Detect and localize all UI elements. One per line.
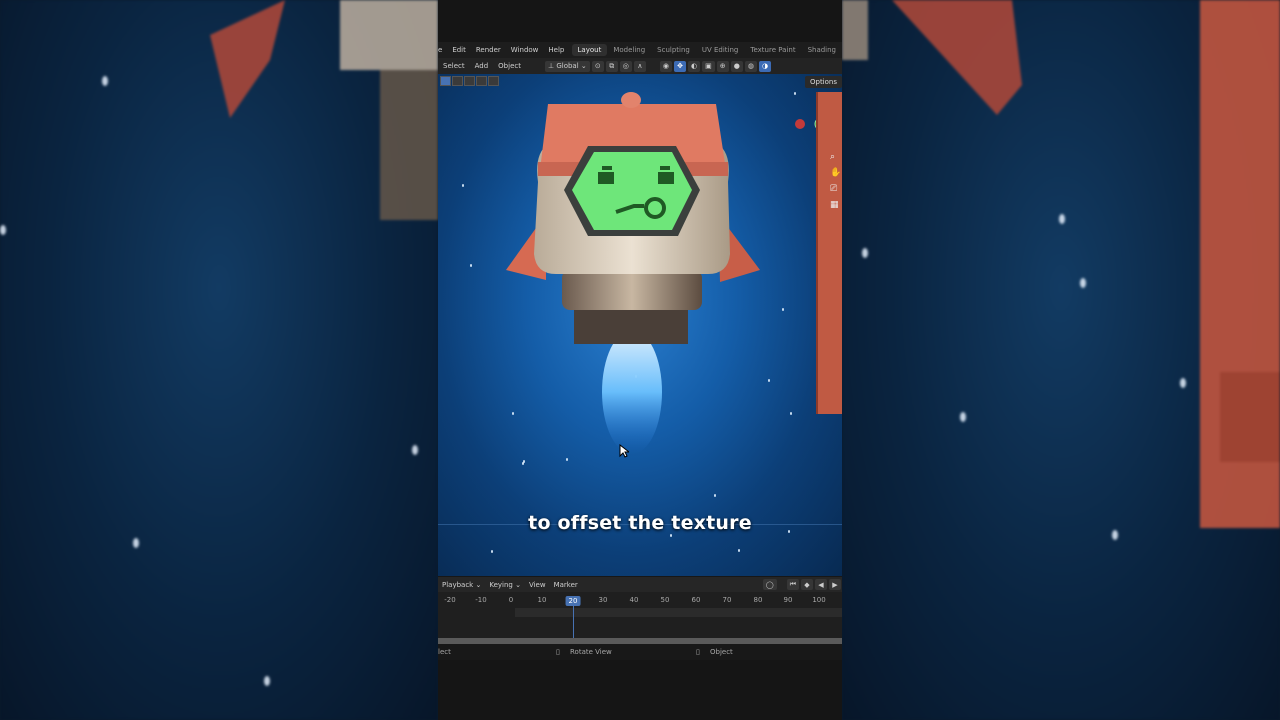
tab-shading[interactable]: Shading [802, 44, 842, 56]
sidebar-panel-strip[interactable] [816, 92, 842, 414]
status-left-text: lect [438, 648, 451, 656]
camera-icon[interactable]: ⎚ [830, 184, 841, 194]
jump-start-icon[interactable]: ⏮ [786, 579, 799, 590]
view-menu[interactable]: View [525, 581, 550, 589]
menu-bar: e Edit Render Window Help Layout Modelin… [438, 42, 842, 58]
mouse-right-icon: ▯ [696, 648, 700, 656]
tick-label: 90 [783, 596, 793, 604]
current-frame-indicator[interactable]: 20 [565, 596, 581, 606]
tab-sculpting[interactable]: Sculpting [651, 44, 696, 56]
tab-texture-paint[interactable]: Texture Paint [744, 44, 801, 56]
menu-window[interactable]: Window [506, 46, 544, 54]
tick-label: 40 [629, 596, 639, 604]
playback-menu[interactable]: Playback ⌄ [438, 581, 485, 589]
bottom-blank-area [438, 660, 842, 720]
tick-label: -20 [444, 596, 456, 604]
snap-icon[interactable]: ⧉ [605, 60, 618, 72]
material-shading-icon[interactable]: ◍ [744, 60, 757, 72]
chevron-down-icon: ⌄ [580, 62, 587, 70]
menu-help[interactable]: Help [543, 46, 569, 54]
transform-orientation-dropdown[interactable]: ⊥ Global ⌄ [544, 60, 590, 72]
mouse-cursor-icon [619, 444, 629, 458]
status-right-text: Object [710, 648, 733, 656]
tick-label: 70 [722, 596, 732, 604]
keying-label: Keying [489, 580, 513, 589]
tick-label: 30 [598, 596, 608, 604]
record-icon[interactable]: ◯ [762, 579, 777, 590]
tab-modeling[interactable]: Modeling [607, 44, 651, 56]
caption-subtitle: to offset the texture [528, 512, 752, 534]
hand-pan-icon[interactable]: ✋ [830, 168, 841, 178]
visibility-icon[interactable]: ◉ [659, 60, 672, 72]
tick-label: -10 [475, 596, 487, 604]
rocket-model[interactable] [438, 74, 842, 576]
proportional-editing-icon[interactable]: ◎ [619, 60, 632, 72]
tick-label: 10 [537, 596, 547, 604]
blurred-background-left [0, 0, 438, 720]
playhead[interactable] [573, 606, 574, 638]
video-frame: e Edit Render Window Help Layout Modelin… [0, 0, 1280, 720]
playback-label: Playback [442, 580, 474, 589]
select-menu[interactable]: Select [438, 62, 470, 70]
status-middle-text: Rotate View [570, 648, 612, 656]
blender-window: e Edit Render Window Help Layout Modelin… [438, 0, 842, 720]
blurred-rocket-right [842, 0, 1280, 528]
keyframe-prev-icon[interactable]: ◆ [801, 579, 813, 590]
timeline-editor[interactable]: -20 -10 0 10 20 30 40 50 60 70 80 90 100 [438, 592, 842, 638]
frame-ruler: -20 -10 0 10 20 30 40 50 60 70 80 90 100 [438, 595, 842, 607]
mouse-middle-icon: ▯ [556, 648, 560, 656]
orientation-icon: ⊥ [547, 62, 555, 70]
zoom-icon[interactable]: ⌕ [830, 152, 841, 162]
solid-shading-icon[interactable]: ● [730, 60, 743, 72]
tab-layout[interactable]: Layout [571, 44, 608, 56]
tick-label: 0 [508, 596, 514, 604]
chevron-down-icon: ⌄ [475, 580, 482, 589]
tick-label: 50 [660, 596, 670, 604]
viewport-header: Select Add Object ⊥ Global ⌄ ⊙ ⧉ ◎ ∧ ◉ ✥… [438, 58, 842, 74]
xray-icon[interactable]: ▣ [702, 60, 715, 72]
falloff-icon[interactable]: ∧ [633, 60, 646, 72]
3d-viewport[interactable]: Options ⌕ ✋ ⎚ ▦ [438, 74, 842, 576]
wireframe-shading-icon[interactable]: ⊕ [716, 60, 729, 72]
tick-label: 60 [691, 596, 701, 604]
frame-range-track [515, 608, 842, 617]
add-menu[interactable]: Add [470, 62, 494, 70]
timeline-header: Playback ⌄ Keying ⌄ View Marker ◯ ⏮ ◆ ◀ … [438, 577, 842, 592]
orientation-label: Global [556, 62, 579, 70]
top-blank-area [438, 0, 842, 42]
menu-edit[interactable]: Edit [447, 46, 471, 54]
object-menu[interactable]: Object [493, 62, 526, 70]
status-bar: lect ▯ Rotate View ▯ Object [438, 644, 842, 660]
chevron-down-icon: ⌄ [515, 580, 521, 589]
blurred-rocket-left [210, 0, 438, 220]
perspective-icon[interactable]: ▦ [830, 200, 841, 210]
menu-file[interactable]: e [438, 46, 447, 54]
menu-render[interactable]: Render [471, 46, 506, 54]
play-reverse-icon[interactable]: ◀ [815, 579, 827, 590]
gizmo-toggle-icon[interactable]: ✥ [674, 60, 686, 72]
tab-uv-editing[interactable]: UV Editing [696, 44, 745, 56]
rendered-shading-icon[interactable]: ◑ [758, 60, 772, 72]
marker-menu[interactable]: Marker [550, 581, 582, 589]
play-icon[interactable]: ▶ [829, 579, 841, 590]
blurred-background-right [842, 0, 1280, 720]
tick-label: 100 [812, 596, 826, 604]
overlays-icon[interactable]: ◐ [688, 60, 701, 72]
tick-label: 80 [753, 596, 763, 604]
pivot-point-icon[interactable]: ⊙ [591, 60, 604, 72]
keying-menu[interactable]: Keying ⌄ [485, 581, 525, 589]
